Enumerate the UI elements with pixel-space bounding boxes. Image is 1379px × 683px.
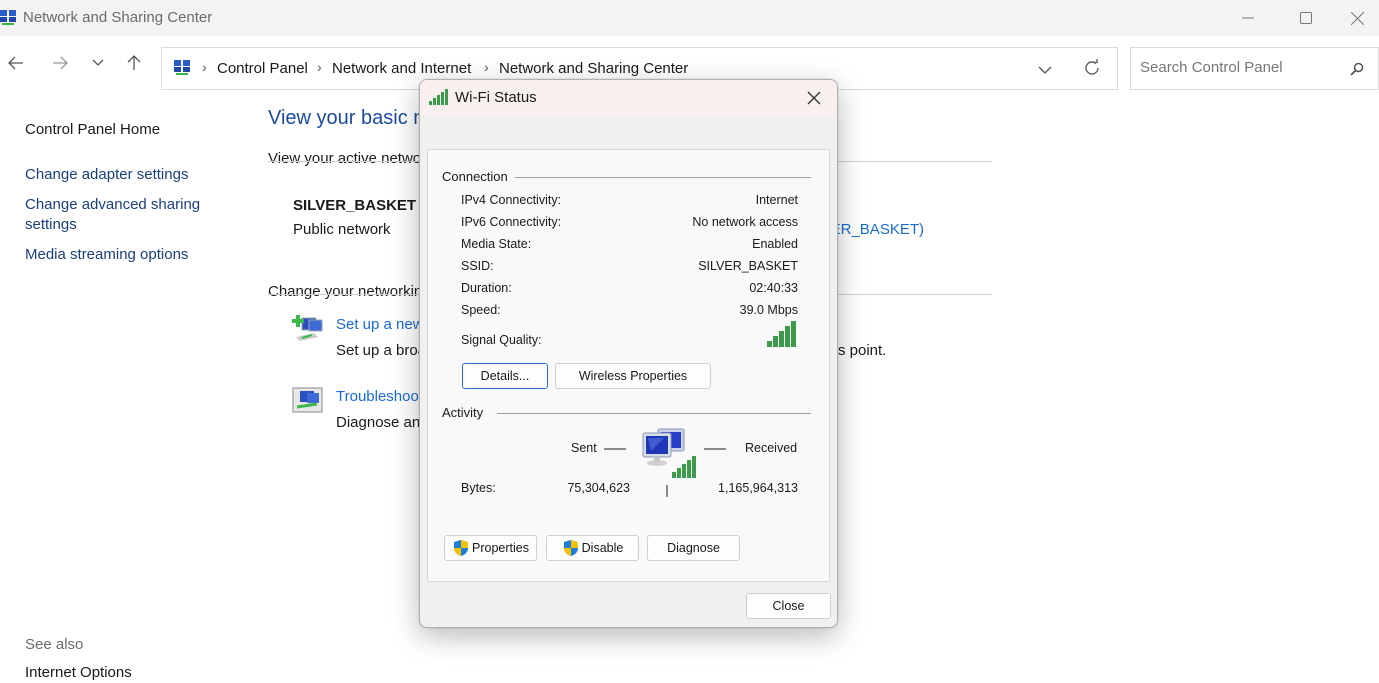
disable-button[interactable]: Disable — [546, 535, 639, 561]
divider — [515, 177, 811, 178]
details-button[interactable]: Details... — [462, 363, 548, 389]
breadcrumb-network-sharing-center[interactable]: Network and Sharing Center — [499, 60, 688, 77]
speed-label: Speed: — [461, 303, 501, 317]
network-computers-icon — [642, 428, 696, 478]
connection-group-label: Connection — [442, 169, 508, 184]
refresh-button[interactable] — [1083, 59, 1101, 82]
ssid-label: SSID: — [461, 259, 494, 273]
breadcrumb-separator: › — [484, 59, 489, 75]
wifi-signal-icon — [429, 89, 448, 105]
breadcrumb-separator: › — [202, 59, 207, 75]
signal-quality-label: Signal Quality: — [461, 333, 542, 347]
forward-button[interactable] — [47, 50, 73, 76]
uac-shield-icon — [454, 540, 468, 556]
signal-bar — [791, 321, 796, 347]
wifi-status-dialog: Wi-Fi Status Connection IPv4 Connectivit… — [419, 79, 838, 628]
close-icon — [1350, 11, 1364, 25]
properties-button[interactable]: Properties — [444, 535, 537, 561]
new-connection-icon — [292, 315, 323, 341]
activity-divider — [666, 485, 668, 497]
diagnose-button[interactable]: Diagnose — [647, 535, 740, 561]
ipv4-label: IPv4 Connectivity: — [461, 193, 562, 207]
window-title: Network and Sharing Center — [23, 9, 213, 26]
sent-line — [604, 448, 626, 450]
dialog-title-bar: Wi-Fi Status — [420, 80, 837, 116]
search-icon[interactable] — [1350, 62, 1364, 76]
ipv4-value: Internet — [755, 193, 798, 207]
received-label: Received — [745, 441, 798, 455]
bytes-label: Bytes: — [461, 481, 496, 495]
dialog-close-button[interactable] — [797, 82, 831, 114]
breadcrumb-network-internet[interactable]: Network and Internet — [332, 60, 471, 77]
ssid-value: SILVER_BASKET — [698, 259, 798, 273]
wireless-properties-button[interactable]: Wireless Properties — [555, 363, 711, 389]
dialog-title: Wi-Fi Status — [455, 89, 537, 106]
bytes-sent-value: 75,304,623 — [567, 481, 630, 495]
ipv6-value: No network access — [692, 215, 798, 229]
sidebar-item-change-advanced-sharing[interactable]: Change advanced sharing settings — [25, 195, 225, 235]
ipv6-label: IPv6 Connectivity: — [461, 215, 562, 229]
recent-locations-button[interactable] — [85, 50, 111, 76]
minimize-icon — [1242, 17, 1254, 19]
received-line — [704, 448, 726, 450]
close-button[interactable]: Close — [746, 593, 831, 619]
address-history-button[interactable] — [1038, 62, 1052, 80]
up-button[interactable] — [121, 50, 147, 76]
properties-button-label: Properties — [472, 541, 529, 555]
network-center-icon — [174, 60, 190, 75]
breadcrumb-separator: › — [317, 59, 322, 75]
sidebar-control-panel-home[interactable]: Control Panel Home — [25, 120, 160, 140]
sent-label: Sent — [571, 441, 597, 455]
arrow-up-icon — [127, 55, 141, 70]
general-tab-panel: Connection IPv4 Connectivity: Internet I… — [427, 149, 830, 582]
see-also-internet-options[interactable]: Internet Options — [25, 663, 132, 683]
chevron-down-icon — [1038, 66, 1052, 74]
active-networks-heading: View your active networks — [268, 150, 442, 167]
media-state-value: Enabled — [752, 237, 798, 251]
chevron-down-icon — [92, 59, 104, 66]
signal-bar — [767, 341, 772, 347]
back-button[interactable] — [3, 50, 29, 76]
activity-group-label: Activity — [442, 405, 484, 420]
signal-bar — [779, 331, 784, 347]
search-box[interactable] — [1130, 47, 1379, 90]
disable-button-label: Disable — [581, 541, 624, 555]
sidebar-item-change-adapter-settings[interactable]: Change adapter settings — [25, 165, 188, 185]
troubleshoot-icon — [292, 387, 323, 413]
title-bar: Network and Sharing Center — [0, 0, 1379, 36]
minimize-button[interactable] — [1219, 0, 1277, 36]
divider — [497, 413, 811, 414]
speed-value: 39.0 Mbps — [739, 303, 798, 317]
arrow-right-icon — [53, 56, 68, 70]
close-window-button[interactable] — [1335, 0, 1379, 36]
duration-value: 02:40:33 — [749, 281, 798, 295]
network-center-icon — [0, 10, 16, 25]
close-icon — [807, 91, 821, 105]
uac-shield-icon — [563, 540, 578, 556]
search-input[interactable] — [1140, 59, 1340, 76]
signal-bar — [773, 336, 778, 347]
media-state-label: Media State: — [461, 237, 532, 251]
network-name: SILVER_BASKET — [293, 197, 417, 214]
bytes-received-value: 1,165,964,313 — [718, 481, 798, 495]
network-type: Public network — [293, 221, 391, 238]
signal-quality-icon — [767, 321, 796, 347]
refresh-icon — [1085, 59, 1099, 75]
duration-label: Duration: — [461, 281, 512, 295]
signal-bar — [785, 326, 790, 347]
maximize-button[interactable] — [1277, 0, 1335, 36]
divider — [420, 116, 837, 117]
breadcrumb-control-panel[interactable]: Control Panel — [217, 60, 308, 77]
sidebar-item-media-streaming[interactable]: Media streaming options — [25, 245, 188, 265]
arrow-left-icon — [8, 56, 23, 70]
see-also-heading: See also — [25, 636, 84, 653]
maximize-icon — [1300, 12, 1312, 24]
